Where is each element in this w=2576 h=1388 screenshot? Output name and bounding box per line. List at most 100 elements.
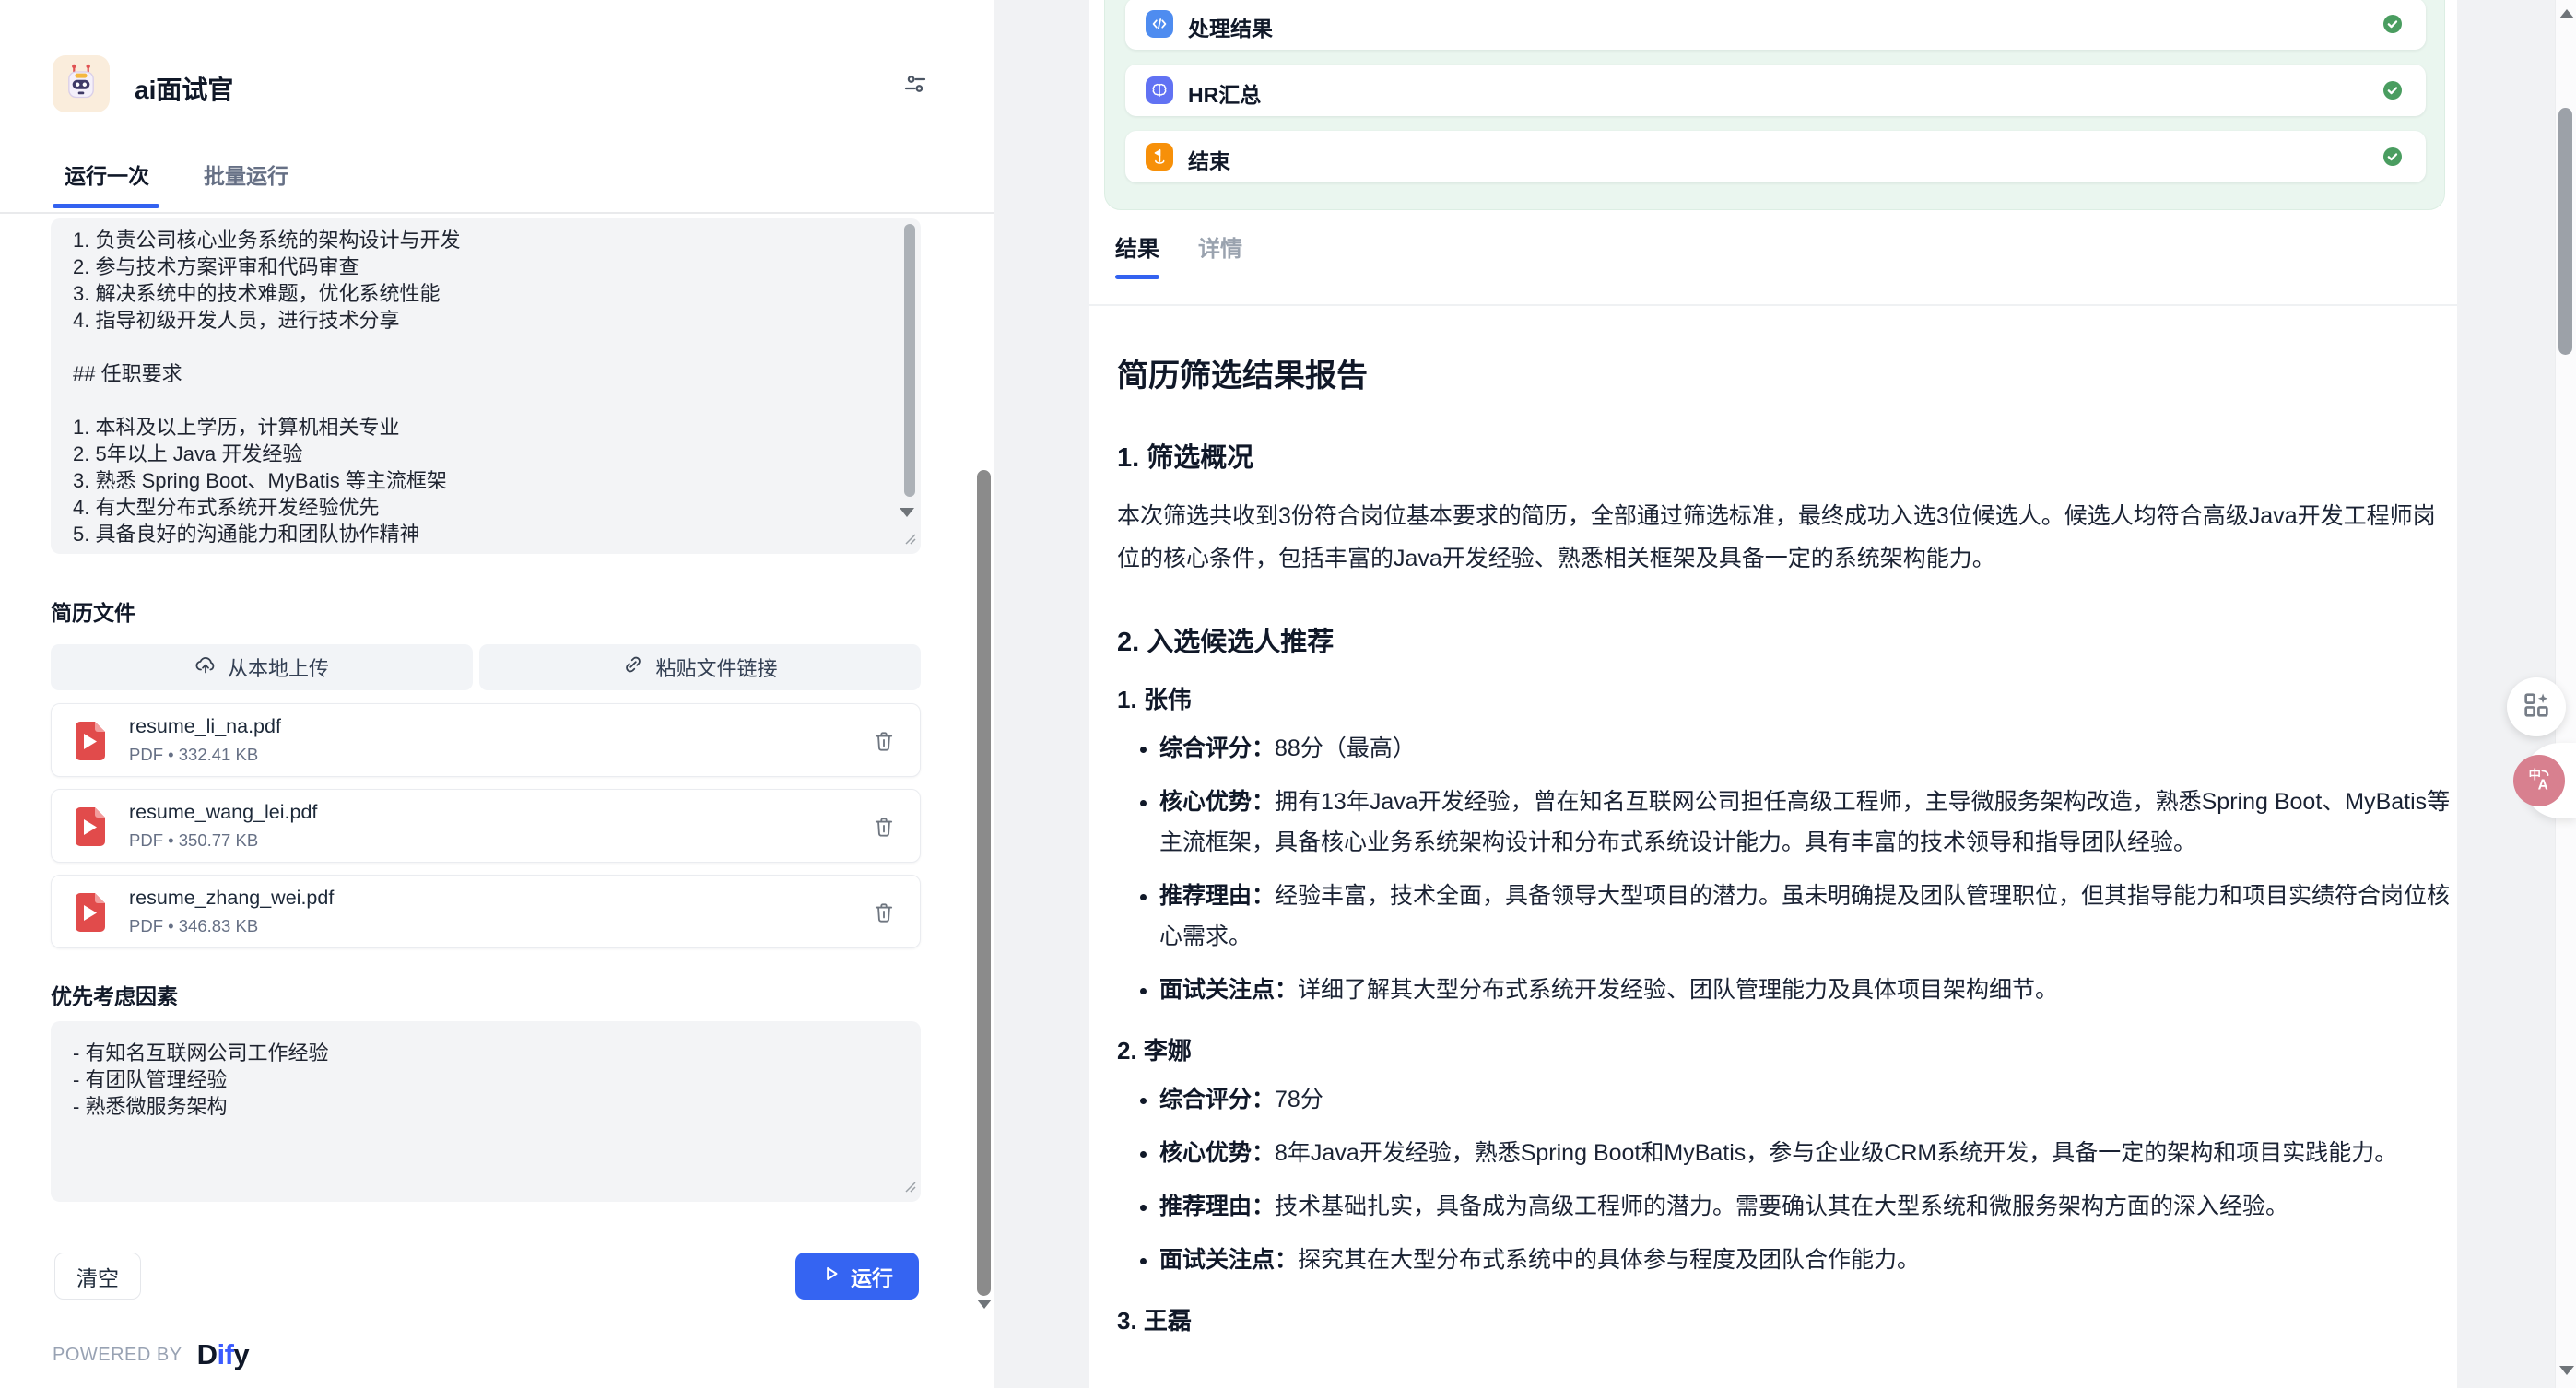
scroll-down-arrow-icon[interactable] xyxy=(900,508,914,517)
resize-handle-icon[interactable] xyxy=(904,1181,917,1198)
candidate-bullet-list: 综合评分：78分 核心优势：8年Java开发经验，熟悉Spring Boot和M… xyxy=(1117,1079,2452,1280)
tab-run-once[interactable]: 运行一次 xyxy=(53,159,161,190)
active-tab-underline xyxy=(53,204,159,208)
page-scrollbar-thumb[interactable] xyxy=(2558,108,2572,355)
llm-brain-icon xyxy=(1146,76,1173,104)
clear-button[interactable]: 清空 xyxy=(54,1253,141,1300)
bullet-item: 推荐理由：经验丰富，技术全面，具备领导大型项目的潜力。虽未明确提及团队管理职位，… xyxy=(1159,876,2452,957)
dify-logo-d: D xyxy=(197,1338,218,1370)
priority-factors-field: - 有知名互联网公司工作经验 - 有团队管理经验 - 熟悉微服务架构 xyxy=(51,1021,921,1202)
bullet-text: 8年Java开发经验，熟悉Spring Boot和MyBatis，参与企业级CR… xyxy=(1275,1140,2397,1166)
bullet-item: 推荐理由：技术基础扎实，具备成为高级工程师的潜力。需要确认其在大型系统和微服务架… xyxy=(1159,1186,2452,1227)
tabs-divider xyxy=(1089,304,2457,306)
pdf-file-icon xyxy=(72,720,109,767)
page-scroll-down-arrow[interactable] xyxy=(2559,1366,2574,1375)
candidate-heading: 2. 李娜 xyxy=(1117,1032,2452,1066)
tab-detail[interactable]: 详情 xyxy=(1198,230,1242,263)
workflow-node-hr-summary[interactable]: HR汇总 xyxy=(1125,65,2426,116)
job-description-field: 1. 负责公司核心业务系统的架构设计与开发 2. 参与技术方案评审和代码审查 3… xyxy=(51,218,921,554)
tab-batch-run[interactable]: 批量运行 xyxy=(204,159,288,190)
app-config-panel: ai面试官 运行一次 批量运行 1. 负责公司核心业务系统的架构设计与开发 2.… xyxy=(0,0,994,1388)
success-check-icon xyxy=(2382,13,2404,40)
delete-file-button[interactable] xyxy=(872,900,896,929)
grid-sparkle-icon xyxy=(2521,689,2552,725)
cloud-upload-icon xyxy=(194,653,217,681)
delete-file-button[interactable] xyxy=(872,729,896,758)
bullet-label: 综合评分： xyxy=(1159,1087,1275,1112)
link-icon xyxy=(622,653,644,681)
left-panel-scrollbar-thumb[interactable] xyxy=(977,470,991,1296)
report-title: 简历筛选结果报告 xyxy=(1117,350,2452,395)
bullet-label: 推荐理由： xyxy=(1159,883,1275,909)
workflow-node-end[interactable]: 结束 xyxy=(1125,131,2426,182)
translate-button[interactable]: 中 A xyxy=(2513,755,2565,806)
tabs-divider xyxy=(0,212,994,214)
delete-file-button[interactable] xyxy=(872,815,896,843)
resume-files-label: 简历文件 xyxy=(51,595,135,627)
bullet-item: 面试关注点：详细了解其大型分布式系统开发经验、团队管理能力及具体项目架构细节。 xyxy=(1159,970,2452,1010)
file-card[interactable]: resume_li_na.pdf PDF • 332.41 KB xyxy=(51,703,921,777)
active-tab-underline xyxy=(1115,275,1159,279)
section-heading: 1. 筛选概况 xyxy=(1117,436,2452,475)
dify-logo[interactable]: Dify xyxy=(197,1338,250,1371)
candidate-heading: 3. 王磊 xyxy=(1117,1302,2452,1336)
powered-by-text: POWERED BY xyxy=(53,1345,182,1366)
file-meta: PDF • 346.83 KB xyxy=(129,916,258,936)
tab-result[interactable]: 结果 xyxy=(1115,230,1159,263)
code-icon xyxy=(1146,10,1173,38)
settings-button[interactable] xyxy=(896,66,935,105)
left-panel-scroll-down-arrow[interactable] xyxy=(977,1300,992,1309)
page-scroll-up-arrow[interactable] xyxy=(2559,9,2574,18)
node-label: 处理结果 xyxy=(1188,11,1273,42)
paste-link-label: 粘贴文件链接 xyxy=(655,653,777,682)
node-label: 结束 xyxy=(1188,144,1230,175)
run-button[interactable]: 运行 xyxy=(795,1253,919,1300)
bullet-text: 技术基础扎实，具备成为高级工程师的潜力。需要确认其在大型系统和微服务架构方面的深… xyxy=(1275,1194,2288,1219)
bullet-label: 推荐理由： xyxy=(1159,1194,1275,1219)
file-card[interactable]: resume_wang_lei.pdf PDF • 350.77 KB xyxy=(51,789,921,863)
dify-logo-y: y xyxy=(233,1338,249,1370)
upload-local-label: 从本地上传 xyxy=(228,653,329,682)
app-avatar xyxy=(53,55,110,112)
file-meta: PDF • 350.77 KB xyxy=(129,830,258,851)
bullet-item: 综合评分：88分（最高） xyxy=(1159,728,2452,769)
file-card[interactable]: resume_zhang_wei.pdf PDF • 346.83 KB xyxy=(51,875,921,948)
bullet-text: 拥有13年Java开发经验，曾在知名互联网公司担任高级工程师，主导微服务架构改造… xyxy=(1159,789,2450,855)
file-meta: PDF • 332.41 KB xyxy=(129,745,258,765)
file-name: resume_li_na.pdf xyxy=(129,715,281,738)
run-button-label: 运行 xyxy=(851,1261,893,1292)
section-body: 本次筛选共收到3份符合岗位基本要求的简历，全部通过筛选标准，最终成功入选3位候选… xyxy=(1117,495,2452,580)
resize-handle-icon[interactable] xyxy=(904,533,917,550)
priority-factors-textarea[interactable]: - 有知名互联网公司工作经验 - 有团队管理经验 - 熟悉微服务架构 xyxy=(51,1021,921,1202)
candidate-bullet-list: 综合评分：88分（最高） 核心优势：拥有13年Java开发经验，曾在知名互联网公… xyxy=(1117,728,2452,1010)
preferences-sliders-icon xyxy=(901,70,929,102)
templates-button[interactable] xyxy=(2507,677,2566,736)
workflow-node-process-result[interactable]: 处理结果 xyxy=(1125,0,2426,50)
result-panel: 处理结果 HR汇总 xyxy=(1089,0,2457,1388)
bullet-item: 核心优势：8年Java开发经验，熟悉Spring Boot和MyBatis，参与… xyxy=(1159,1133,2452,1173)
priority-factors-label: 优先考虑因素 xyxy=(51,979,178,1010)
paste-link-button[interactable]: 粘贴文件链接 xyxy=(479,644,921,690)
bullet-item: 综合评分：78分 xyxy=(1159,1079,2452,1120)
candidate-heading: 1. 张伟 xyxy=(1117,681,2452,715)
textarea-scrollbar-thumb[interactable] xyxy=(904,224,915,497)
report-markdown: 简历筛选结果报告 1. 筛选概况 本次筛选共收到3份符合岗位基本要求的简历，全部… xyxy=(1117,321,2452,1336)
node-label: HR汇总 xyxy=(1188,77,1261,109)
bullet-label: 面试关注点： xyxy=(1159,977,1298,1003)
robot-icon xyxy=(61,62,101,107)
bullet-item: 核心优势：拥有13年Java开发经验，曾在知名互联网公司担任高级工程师，主导微服… xyxy=(1159,782,2452,863)
success-check-icon xyxy=(2382,146,2404,172)
end-flag-icon xyxy=(1146,143,1173,171)
app-title: ai面试官 xyxy=(135,70,233,107)
play-icon xyxy=(821,1264,841,1289)
workflow-status-panel: 处理结果 HR汇总 xyxy=(1104,0,2445,210)
job-description-textarea[interactable]: 1. 负责公司核心业务系统的架构设计与开发 2. 参与技术方案评审和代码审查 3… xyxy=(51,218,921,554)
bullet-label: 核心优势： xyxy=(1159,1140,1275,1166)
dify-logo-if: if xyxy=(217,1338,233,1370)
pdf-file-icon xyxy=(72,806,109,853)
translate-icon: 中 A xyxy=(2524,764,2554,798)
bullet-text: 详细了解其大型分布式系统开发经验、团队管理能力及具体项目架构细节。 xyxy=(1298,977,2058,1003)
upload-local-button[interactable]: 从本地上传 xyxy=(51,644,473,690)
bullet-label: 综合评分： xyxy=(1159,735,1275,761)
svg-text:A: A xyxy=(2538,777,2548,793)
